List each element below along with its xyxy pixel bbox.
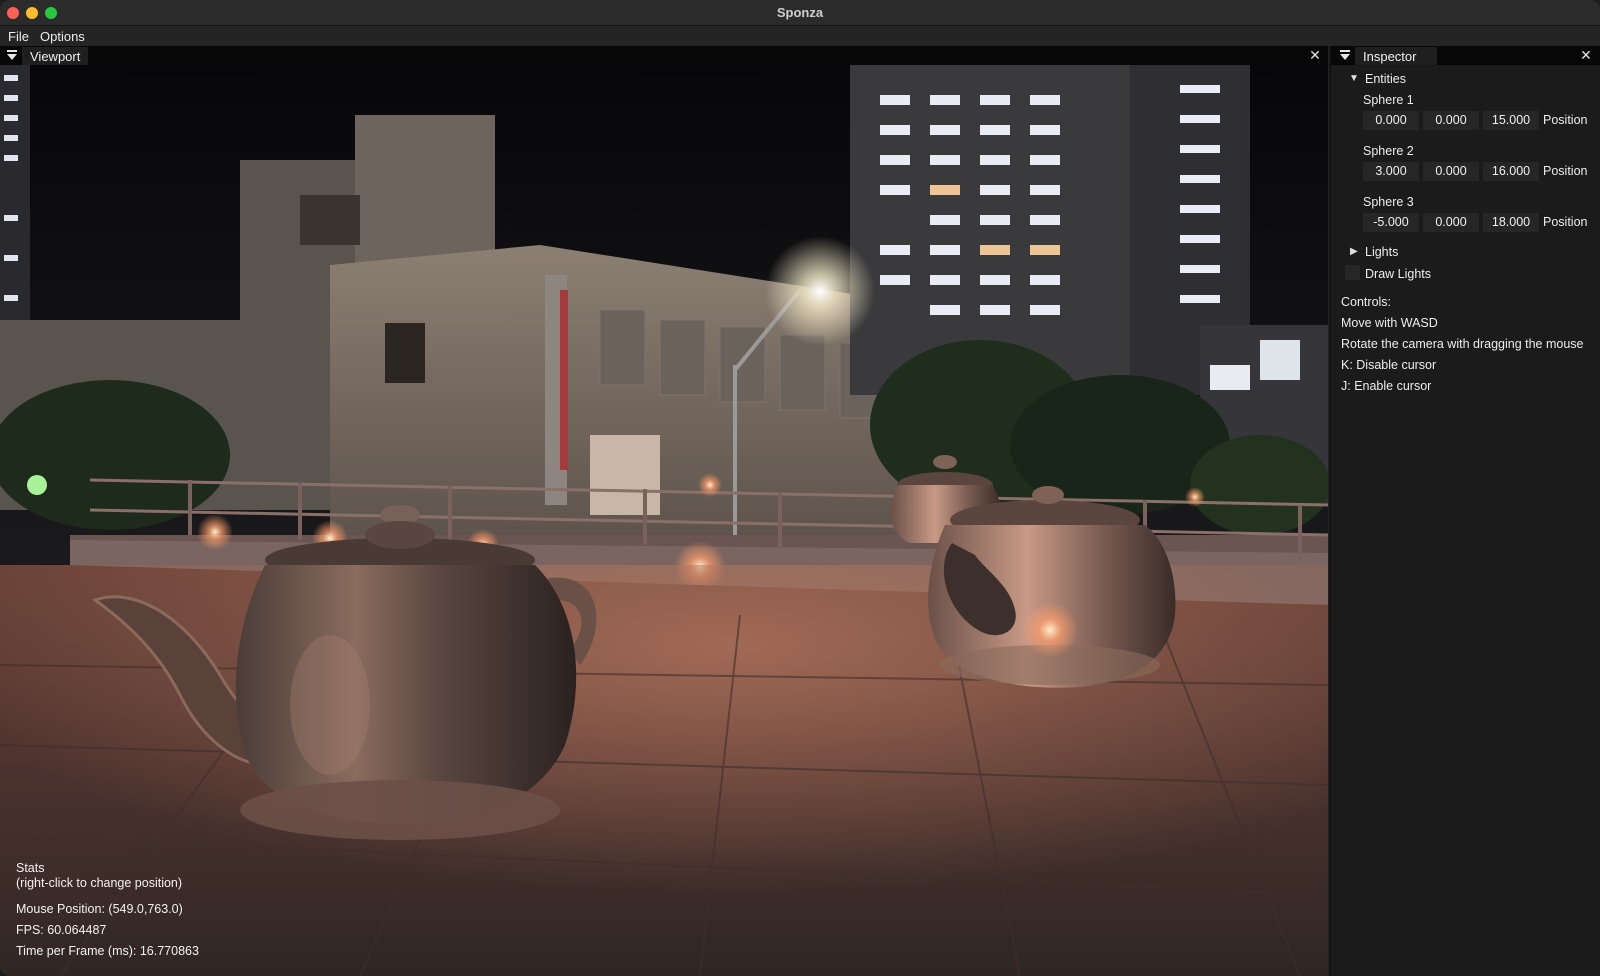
position-x-input[interactable]: -5.000 [1363, 213, 1419, 232]
app-window: Sponza File Options Viewport ✕ Stats (ri… [0, 0, 1600, 976]
expanded-caret-icon[interactable]: ▼ [1349, 73, 1359, 84]
position-x-input[interactable]: 3.000 [1363, 162, 1419, 181]
entity-sphere-2[interactable]: Sphere 2 [1363, 144, 1414, 158]
stats-title: Stats [16, 861, 45, 875]
position-label: Position [1543, 164, 1588, 178]
stats-fps: FPS: 60.064487 [16, 923, 107, 937]
teapot-right-front [928, 486, 1176, 688]
stats-mouse-position: Mouse Position: (549.0,763.0) [16, 902, 183, 916]
viewport-render[interactable]: Stats (right-click to change position) M… [0, 65, 1328, 976]
window-title: Sponza [776, 5, 824, 20]
stats-frame-time: Time per Frame (ms): 16.770863 [16, 944, 199, 958]
inspector-tab-bar: Inspector ✕ [1331, 46, 1600, 65]
position-x-input[interactable]: 0.000 [1363, 111, 1419, 130]
menu-options[interactable]: Options [40, 29, 85, 44]
stats-overlay[interactable]: Stats (right-click to change position) M… [16, 861, 216, 959]
tree-node-lights[interactable]: Lights [1365, 245, 1398, 259]
position-z-input[interactable]: 16.000 [1483, 162, 1539, 181]
collapsed-caret-icon[interactable]: ▶ [1350, 246, 1358, 257]
inspector-panel: Inspector ✕ ▼ Entities Sphere 1 0.000 0.… [1330, 46, 1600, 976]
stats-hint: (right-click to change position) [16, 876, 183, 890]
scene-image [0, 65, 1328, 976]
draw-lights-label: Draw Lights [1365, 267, 1431, 281]
menu-bar: File Options [0, 26, 1600, 46]
close-icon[interactable]: ✕ [1308, 48, 1322, 62]
entity-sphere-3[interactable]: Sphere 3 [1363, 195, 1414, 209]
controls-line: Move with WASD [1341, 316, 1438, 330]
tree-node-entities[interactable]: Entities [1365, 72, 1406, 86]
menu-file[interactable]: File [8, 29, 29, 44]
controls-line: Rotate the camera with dragging the mous… [1341, 337, 1584, 351]
position-z-input[interactable]: 18.000 [1483, 213, 1539, 232]
controls-title: Controls: [1341, 295, 1392, 309]
position-y-input[interactable]: 0.000 [1423, 162, 1479, 181]
viewport-tab-bar: Viewport ✕ [0, 46, 1328, 65]
position-z-input[interactable]: 15.000 [1483, 111, 1539, 130]
draw-lights-checkbox[interactable] [1345, 265, 1360, 280]
position-y-input[interactable]: 0.000 [1423, 213, 1479, 232]
position-label: Position [1543, 215, 1588, 229]
title-bar: Sponza [0, 0, 1600, 26]
position-label: Position [1543, 113, 1588, 127]
controls-line: J: Enable cursor [1341, 379, 1432, 393]
collapse-menu-icon[interactable] [6, 49, 18, 61]
tab-viewport[interactable]: Viewport [22, 47, 89, 65]
entity-sphere-1[interactable]: Sphere 1 [1363, 93, 1414, 107]
controls-line: K: Disable cursor [1341, 358, 1437, 372]
close-icon[interactable]: ✕ [1579, 48, 1593, 62]
tab-inspector[interactable]: Inspector [1355, 47, 1437, 65]
position-y-input[interactable]: 0.000 [1423, 111, 1479, 130]
collapse-menu-icon[interactable] [1339, 49, 1351, 61]
